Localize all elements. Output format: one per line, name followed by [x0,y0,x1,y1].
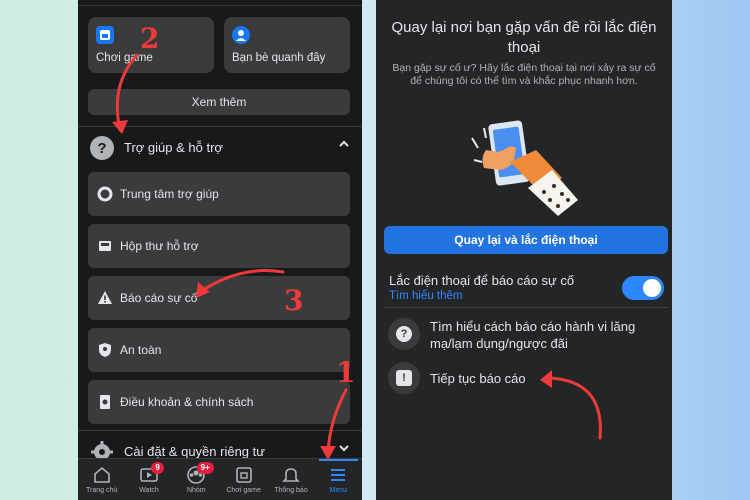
learn-report-abuse-item[interactable]: ? Tìm hiểu cách báo cáo hành vi lăng mạ/… [376,316,672,356]
shortcut-label: Bạn bè quanh đây [232,52,326,64]
glyph: ! [396,370,412,386]
watch-badge: 9 [151,462,164,474]
option-label: Tìm hiểu cách báo cáo hành vi lăng mạ/lạ… [430,319,636,351]
see-more-button[interactable]: Xem thêm [88,89,350,115]
question-icon: ? [90,136,114,160]
nav-label: Nhóm [186,487,206,494]
nearby-friends-icon [232,26,250,44]
shake-phone-button[interactable]: Quay lại và lắc điện thoại [384,226,668,254]
question-icon: ? [388,318,420,350]
warning-icon [97,290,113,306]
home-icon [92,465,112,485]
nav-label: Trang chủ [86,487,118,494]
groups-badge: 9+ [196,462,214,474]
glyph: ? [396,326,412,342]
shield-icon [97,342,113,358]
help-center-item[interactable]: Trung tâm trợ giúp [88,172,350,216]
gaming-icon [234,465,254,485]
nav-menu[interactable]: Menu [315,459,362,500]
nav-groups[interactable]: 9+ Nhóm [173,459,220,500]
inbox-icon [97,238,113,254]
nav-label: Menu [329,487,348,494]
nav-home[interactable]: Trang chủ [78,459,125,500]
nav-notifications[interactable]: Thông báo [267,459,314,500]
active-indicator [318,459,358,461]
menu-panel: Chơi game Bạn bè quanh đây Xem thêm ? Tr… [78,0,362,500]
report-problem-panel: Quay lại nơi bạn gặp vấn đề rồi lắc điện… [376,0,672,500]
learn-more-link[interactable]: Tìm hiểu thêm [389,290,463,302]
lifebuoy-icon [97,186,113,202]
step-2-marker: 2 [140,22,160,55]
shake-report-toggle[interactable] [622,276,664,300]
divider [384,307,668,308]
status-bar [78,0,362,6]
help-item-label: Báo cáo sự cố [120,291,198,305]
shortcut-nearby-friends[interactable]: Bạn bè quanh đây [224,17,350,73]
nav-watch[interactable]: 9 Watch [125,459,172,500]
nav-label: Chơi game [226,487,261,494]
toggle-knob [643,279,661,297]
menu-icon [328,465,348,485]
nav-gaming[interactable]: Chơi game [220,459,267,500]
panel-title: Quay lại nơi bạn gặp vấn đề rồi lắc điện… [391,19,657,56]
help-item-label: Điều khoản & chính sách [120,395,254,409]
report-problem-item[interactable]: Báo cáo sự cố [88,276,350,320]
chevron-down-icon [338,442,350,457]
chevron-up-icon [338,138,350,153]
step-3-marker: 3 [284,284,304,317]
section-label: Trợ giúp & hỗ trợ [124,140,223,155]
game-icon [96,26,114,44]
divider [78,126,362,127]
safety-item[interactable]: An toàn [88,328,350,372]
help-item-label: An toàn [120,343,162,357]
step-1-marker: 1 [336,356,356,389]
bell-icon [281,465,301,485]
continue-report-item[interactable]: ! Tiếp tục báo cáo [376,360,672,396]
help-item-label: Trung tâm trợ giúp [120,187,219,201]
section-label: Cài đặt & quyền riêng tư [124,444,265,459]
option-label: Tiếp tục báo cáo [430,371,526,386]
panel-subtitle: Bạn gặp sự cố ư? Hãy lắc điện thoại tại … [392,62,656,87]
nav-label: Thông báo [274,487,308,494]
bottom-navigation: Trang chủ 9 Watch 9+ Nhóm Chơi game Thôn… [78,458,362,500]
policy-icon [97,394,113,410]
help-item-label: Hộp thư hỗ trợ [120,239,199,253]
help-support-section[interactable]: ? Trợ giúp & hỗ trợ [78,128,362,168]
support-inbox-item[interactable]: Hộp thư hỗ trợ [88,224,350,268]
alert-icon: ! [388,362,420,394]
terms-policies-item[interactable]: Điều khoản & chính sách [88,380,350,424]
divider [78,430,362,431]
shake-report-label: Lắc điện thoại để báo cáo sự cố [389,273,575,288]
shake-phone-illustration [470,108,580,218]
nav-label: Watch [139,487,159,494]
